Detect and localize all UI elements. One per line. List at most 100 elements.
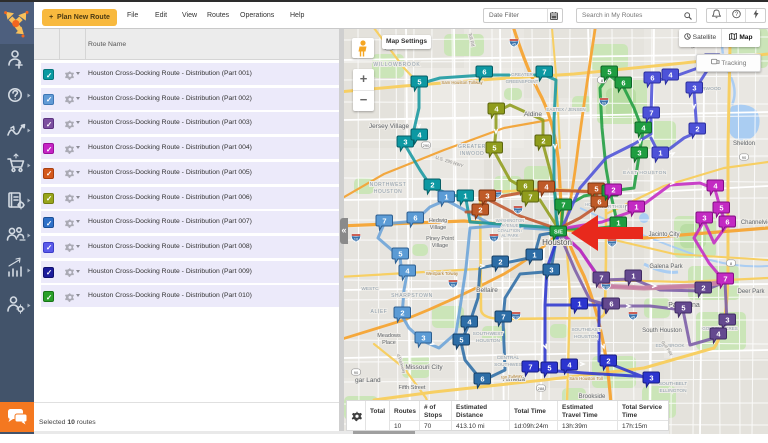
svg-text:2: 2 (400, 309, 404, 318)
svg-text:7: 7 (542, 68, 546, 77)
svg-text:GREATER: GREATER (458, 144, 486, 150)
svg-text:ALIEF: ALIEF (371, 309, 388, 315)
svg-text:3: 3 (637, 149, 641, 158)
svg-text:5: 5 (607, 68, 611, 77)
svg-text:2: 2 (498, 258, 502, 267)
svg-text:EASTEX / JENSEN: EASTEX / JENSEN (546, 107, 585, 112)
svg-text:69: 69 (602, 102, 606, 106)
svg-text:3: 3 (485, 192, 489, 201)
svg-text:1: 1 (631, 272, 635, 281)
svg-text:610: 610 (603, 286, 609, 290)
svg-text:GREATER: GREATER (511, 72, 533, 77)
svg-text:NORTHWEST: NORTHWEST (370, 182, 407, 188)
svg-text:HOUSTON: HOUSTON (476, 338, 500, 344)
svg-text:90: 90 (742, 155, 747, 160)
svg-text:1: 1 (634, 203, 638, 212)
svg-text:7: 7 (382, 217, 386, 226)
svg-text:3: 3 (725, 316, 729, 325)
svg-text:SOUTHBELT: SOUTHBELT (659, 381, 687, 387)
svg-text:6: 6 (480, 375, 484, 384)
svg-text:90: 90 (354, 370, 359, 375)
svg-text:Channelview: Channelview (741, 220, 768, 226)
svg-text:7: 7 (528, 363, 532, 372)
svg-text:2: 2 (701, 284, 705, 293)
svg-text:3: 3 (403, 138, 407, 147)
svg-text:3: 3 (692, 84, 696, 93)
svg-text:6: 6 (725, 218, 729, 227)
svg-text:45: 45 (512, 43, 516, 47)
svg-text:Sam Houston Toll: Sam Houston Toll (569, 376, 603, 381)
svg-text:Sam Houston Tollway: Sam Houston Tollway (441, 80, 483, 85)
svg-text:610: 610 (515, 210, 521, 214)
svg-text:Meadows: Meadows (377, 333, 401, 339)
svg-text:45: 45 (631, 316, 635, 320)
svg-text:Deer Park: Deer Park (737, 289, 765, 295)
svg-text:Place: Place (382, 340, 396, 346)
svg-text:Aldine: Aldine (524, 111, 542, 118)
svg-text:610: 610 (513, 316, 519, 320)
svg-text:2: 2 (606, 357, 610, 366)
svg-text:HOUSTON: HOUSTON (574, 334, 598, 340)
svg-text:2: 2 (478, 206, 482, 215)
svg-text:SOUTHWEST: SOUTHWEST (473, 331, 504, 337)
svg-text:5: 5 (681, 304, 685, 313)
svg-text:10: 10 (354, 238, 358, 242)
svg-text:Westpark Tolway: Westpark Tolway (426, 271, 459, 276)
svg-text:7: 7 (528, 193, 532, 202)
svg-text:Missouri City: Missouri City (405, 364, 443, 371)
svg-text:1: 1 (658, 149, 662, 158)
svg-text:69: 69 (451, 284, 455, 288)
svg-text:Bellaire: Bellaire (476, 287, 498, 294)
svg-text:SOUTHEAST: SOUTHEAST (571, 327, 600, 333)
svg-text:AL PARK: AL PARK (501, 233, 518, 238)
svg-text:6: 6 (621, 79, 625, 88)
svg-text:6: 6 (650, 74, 654, 83)
svg-text:6: 6 (597, 198, 601, 207)
svg-text:Jacinto City: Jacinto City (648, 232, 679, 238)
svg-text:6: 6 (609, 300, 613, 309)
svg-text:ELLINGTON: ELLINGTON (659, 388, 687, 394)
svg-text:6: 6 (482, 68, 486, 77)
svg-text:2: 2 (695, 125, 699, 134)
svg-text:2: 2 (611, 186, 615, 195)
svg-text:7: 7 (561, 201, 565, 210)
svg-text:Fifth Street: Fifth Street (399, 385, 426, 391)
svg-text:1: 1 (463, 192, 467, 201)
svg-text:Galena Park: Galena Park (649, 264, 683, 270)
svg-text:2: 2 (430, 181, 434, 190)
svg-text:5: 5 (492, 144, 496, 153)
svg-text:3: 3 (421, 334, 425, 343)
svg-text:South Houston: South Houston (642, 328, 682, 334)
svg-text:S/E: S/E (554, 229, 563, 235)
svg-text:Houston: Houston (542, 238, 572, 247)
svg-text:5: 5 (547, 364, 551, 373)
svg-text:Village: Village (432, 243, 448, 249)
svg-text:Village: Village (430, 225, 446, 231)
svg-text:Piney Point: Piney Point (426, 236, 454, 242)
svg-text:Hedwig: Hedwig (429, 218, 447, 224)
svg-text:EAST HOUSTON: EAST HOUSTON (623, 170, 667, 176)
svg-text:7: 7 (723, 275, 727, 284)
svg-text:10: 10 (492, 238, 496, 242)
svg-text:5: 5 (594, 185, 598, 194)
svg-text:3: 3 (649, 374, 653, 383)
svg-text:HOUSTON: HOUSTON (374, 189, 402, 195)
svg-text:INWOOD: INWOOD (460, 151, 485, 157)
svg-text:3: 3 (702, 214, 706, 223)
svg-text:WILLOWBROOK: WILLOWBROOK (373, 62, 420, 68)
svg-text:3: 3 (549, 266, 553, 275)
svg-text:Jersey Village: Jersey Village (369, 123, 410, 130)
svg-text:SHARPSTOWN: SHARPSTOWN (391, 293, 433, 299)
svg-text:WESTC: WESTC (361, 286, 379, 292)
svg-text:1: 1 (577, 300, 581, 309)
svg-text:5: 5 (719, 204, 723, 213)
svg-text:7: 7 (501, 313, 505, 322)
svg-text:7: 7 (599, 274, 603, 283)
svg-text:gar Land: gar Land (355, 377, 381, 384)
svg-text:610: 610 (609, 243, 615, 247)
svg-text:6: 6 (413, 214, 417, 223)
svg-text:1: 1 (444, 193, 448, 202)
svg-text:6: 6 (523, 182, 527, 191)
svg-text:288: 288 (538, 386, 545, 391)
svg-text:1: 1 (616, 219, 620, 228)
